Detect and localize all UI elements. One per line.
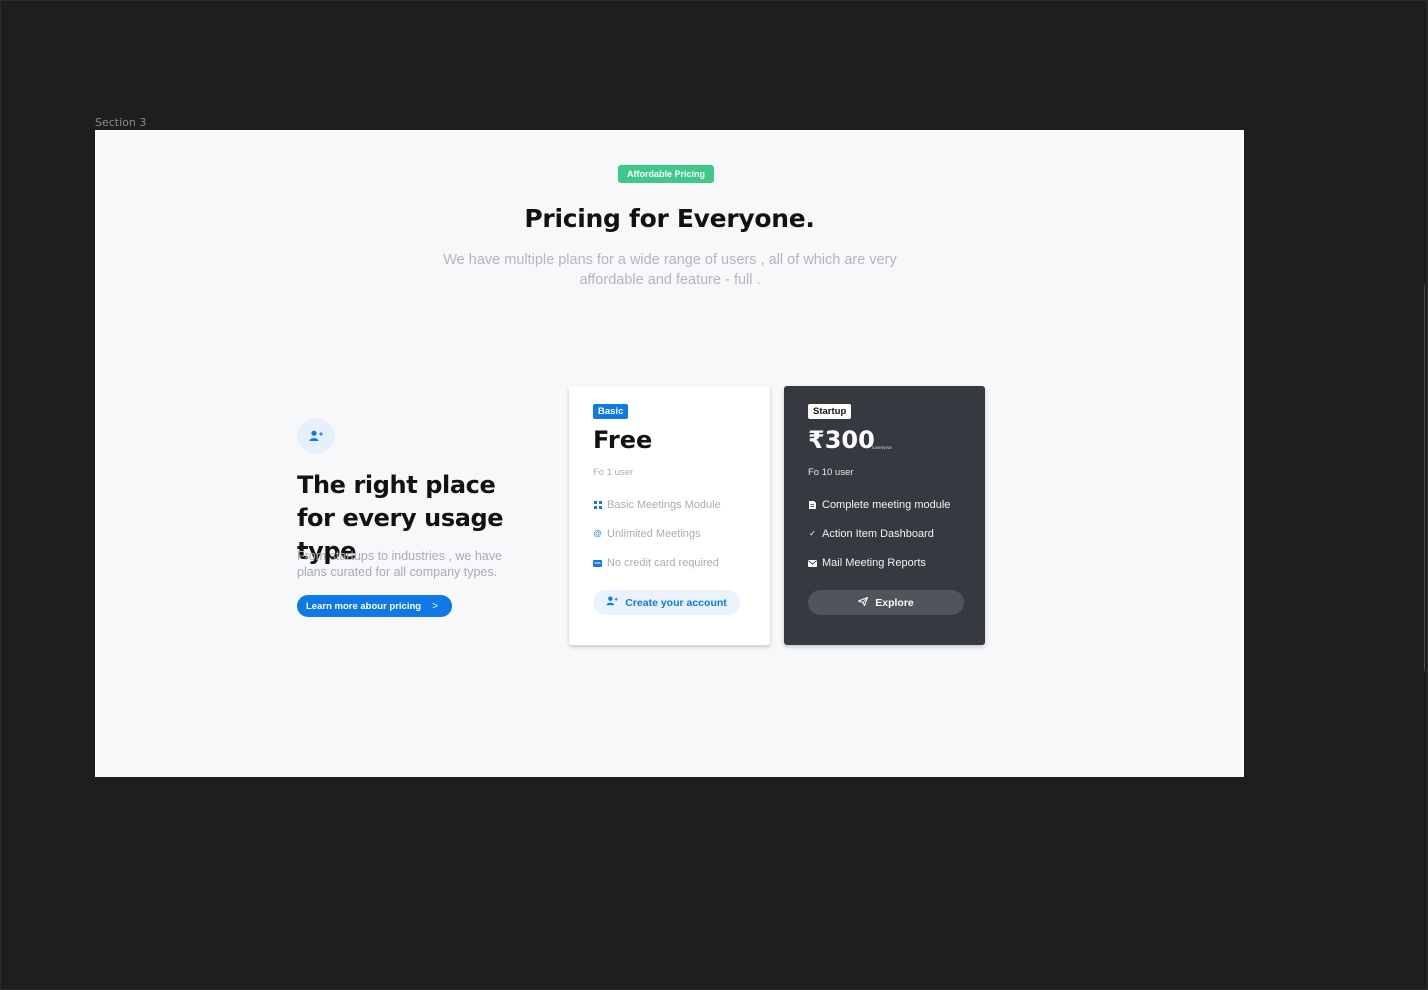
mail-icon: [808, 559, 817, 568]
page-title: Pricing for Everyone.: [524, 204, 815, 233]
feature-label: Basic Meetings Module: [607, 499, 721, 511]
affordable-pricing-badge: Affordable Pricing: [618, 165, 715, 183]
plan-feature: Complete meeting module: [808, 498, 950, 512]
document-icon: [808, 501, 817, 510]
user-plus-icon: [606, 596, 618, 609]
plan-card-basic: Basic Free Fo 1 user Basic Meetings Modu…: [569, 386, 770, 645]
plan-price: Free: [593, 426, 653, 454]
frame-label[interactable]: Section 3: [95, 116, 146, 129]
plan-feature: Mail Meeting Reports: [808, 556, 926, 570]
plan-users: Fo 1 user: [593, 467, 634, 478]
grid-icon: [593, 501, 602, 510]
credit-card-icon: [593, 559, 602, 568]
plan-price-period: /user/year: [872, 445, 893, 450]
plan-tag: Basic: [593, 404, 629, 419]
pricing-section-frame: Affordable Pricing Pricing for Everyone.…: [95, 130, 1244, 777]
plan-users: Fo 10 user: [808, 467, 854, 478]
at-sign-icon: @: [593, 529, 602, 538]
feature-label: Unlimited Meetings: [607, 528, 701, 540]
plan-card-startup: Startup ₹300 /user/year Fo 10 user Compl…: [784, 386, 985, 645]
check-icon: ✓: [809, 529, 816, 538]
explore-label: Explore: [875, 596, 914, 609]
plan-feature: Basic Meetings Module: [593, 498, 721, 512]
feature-label: Action Item Dashboard: [822, 528, 934, 540]
create-account-button[interactable]: Create your account: [593, 590, 740, 615]
section-description: From startups to industries , we have pl…: [297, 549, 502, 579]
learn-more-pricing-button[interactable]: Learn more abour pricing >: [297, 595, 452, 617]
chevron-right-icon: >: [432, 600, 438, 612]
learn-more-label: Learn more abour pricing: [306, 600, 422, 612]
plan-tag: Startup: [808, 404, 852, 419]
user-plus-icon: [297, 419, 335, 453]
plan-feature: ✓ Action Item Dashboard: [808, 527, 934, 541]
plan-feature: @ Unlimited Meetings: [593, 527, 701, 541]
explore-button[interactable]: Explore: [808, 590, 964, 615]
send-icon: [857, 596, 869, 609]
feature-label: Complete meeting module: [822, 499, 951, 511]
scrollbar[interactable]: [1424, 284, 1427, 672]
create-account-label: Create your account: [625, 596, 727, 609]
feature-label: Mail Meeting Reports: [822, 557, 926, 569]
plan-feature: No credit card required: [593, 556, 719, 570]
feature-label: No credit card required: [607, 557, 719, 569]
page-subtitle: We have multiple plans for a wide range …: [443, 252, 897, 288]
plan-price: ₹300: [808, 426, 875, 454]
